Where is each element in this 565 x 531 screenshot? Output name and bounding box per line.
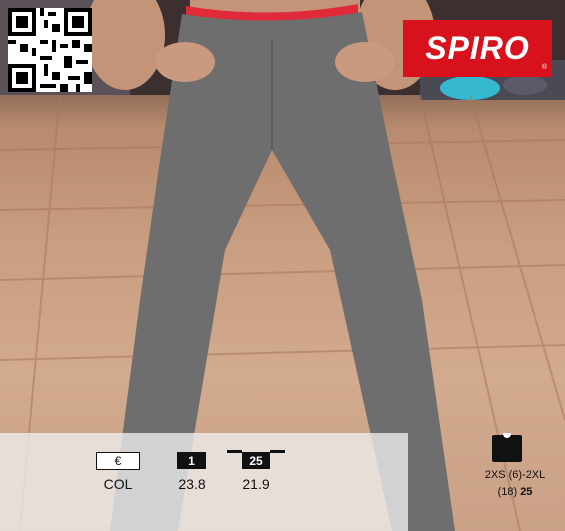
color-label: COL — [103, 476, 133, 492]
quantity-25-line-right — [270, 450, 285, 453]
brand-registered-mark: ® — [541, 64, 547, 71]
size-count-value: 25 — [520, 486, 533, 498]
currency-symbol: € — [114, 454, 122, 468]
quantity-25-badge: 25 — [242, 452, 270, 469]
size-count-prefix: (18) — [497, 486, 518, 498]
quantity-1-badge: 1 — [177, 452, 206, 469]
quantity-1-label: 1 — [188, 453, 195, 468]
size-shirt-icon — [492, 433, 522, 462]
qr-code-icon[interactable] — [8, 8, 92, 92]
qr-code-pattern — [8, 8, 92, 92]
price-tier-1: 23.8 — [178, 476, 206, 492]
quantity-25-line-left — [227, 450, 242, 453]
brand-name: SPIRO — [425, 30, 530, 66]
currency-box: € — [96, 452, 140, 470]
size-range: 2XS (6)-2XL — [484, 469, 546, 481]
quantity-25-label: 25 — [249, 453, 263, 468]
brand-logo: SPIRO ® — [403, 20, 552, 77]
price-tier-25: 21.9 — [242, 476, 270, 492]
size-count: (18) 25 — [470, 486, 560, 498]
